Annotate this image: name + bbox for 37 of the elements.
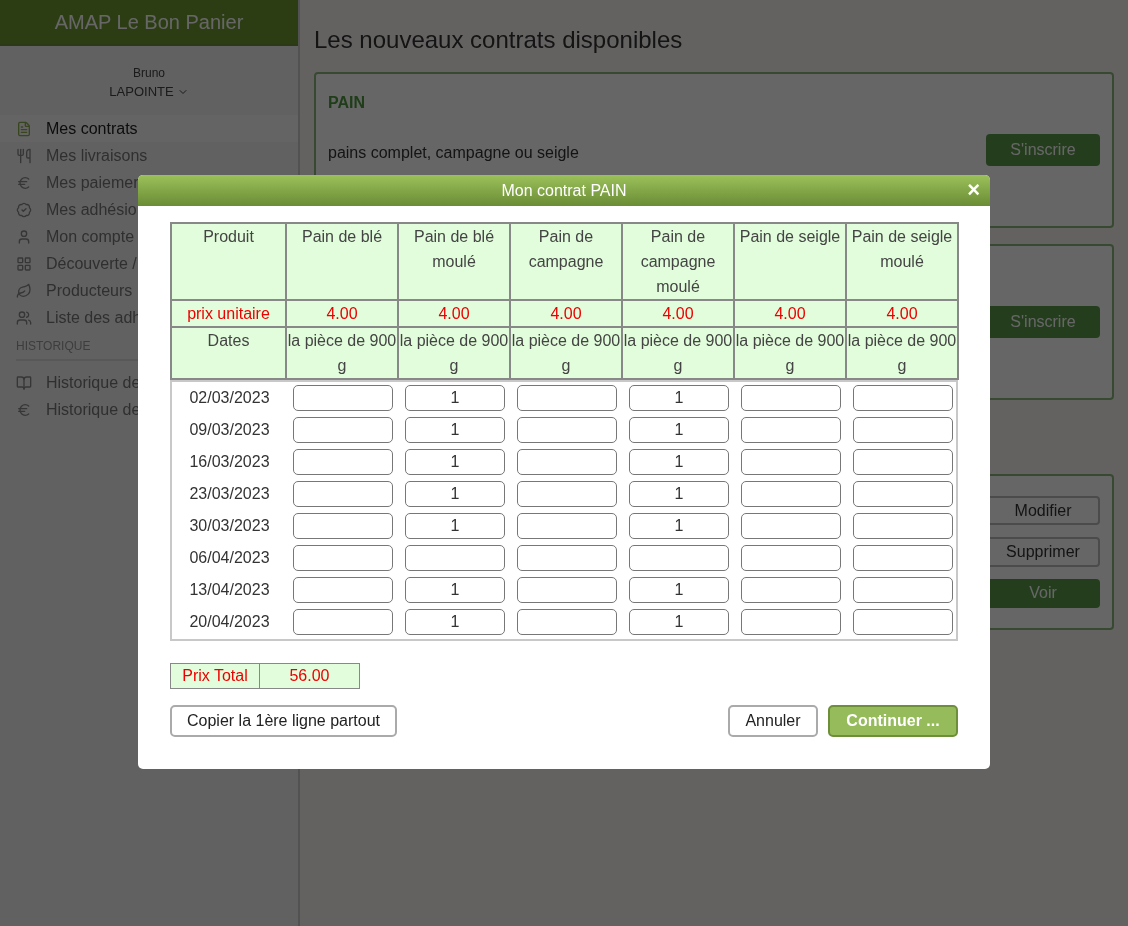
table-cell: la pièce de 900 g <box>398 327 510 379</box>
page-heading: Les nouveaux contrats disponibles <box>314 26 684 54</box>
total-value: 56.00 <box>260 663 360 689</box>
date-cell-text: 06/04/2023 <box>188 548 271 568</box>
table-cell: 4.00 <box>286 300 398 327</box>
table-cell: la pièce de 900 g <box>510 327 622 379</box>
date-cell-text: 13/04/2023 <box>188 580 271 600</box>
user-first-name: Bruno <box>133 66 165 80</box>
table-cell: la pièce de 900 g <box>622 327 734 379</box>
card-title: PAIN <box>328 94 367 112</box>
table-header: Pain de blé moulé <box>398 223 510 300</box>
table-header: Pain de campagne <box>510 223 622 300</box>
table-header: Pain de seigle <box>734 223 846 300</box>
app-title: AMAP Le Bon Panier <box>0 0 298 46</box>
total-label: Prix Total <box>170 663 260 689</box>
date-cell-text: 20/04/2023 <box>188 612 271 632</box>
table-header: Pain de campagne moulé <box>622 223 734 300</box>
table-cell: la pièce de 900 g <box>846 327 958 379</box>
table-cell: 4.00 <box>510 300 622 327</box>
date-cell-text: 23/03/2023 <box>188 484 271 504</box>
table-cell: 4.00 <box>398 300 510 327</box>
table-header: Dates <box>171 327 286 379</box>
date-cell-text: 30/03/2023 <box>188 516 271 536</box>
table-cell: 4.00 <box>622 300 734 327</box>
table-cell: 4.00 <box>846 300 958 327</box>
table-cell: la pièce de 900 g <box>286 327 398 379</box>
table-cell: prix unitaire <box>171 300 286 327</box>
table-cell: la pièce de 900 g <box>734 327 846 379</box>
date-cell-text: 16/03/2023 <box>188 452 271 472</box>
table-header: Pain de seigle moulé <box>846 223 958 300</box>
table-cell: 4.00 <box>734 300 846 327</box>
table-header: Produit <box>171 223 286 300</box>
date-cell-text: 02/03/2023 <box>188 388 271 408</box>
date-cell-text: 09/03/2023 <box>188 420 271 440</box>
table-header: Pain de blé <box>286 223 398 300</box>
card-description: pains complet, campagne ou seigle <box>328 144 579 162</box>
modal-title: Mon contrat PAIN <box>501 181 627 200</box>
